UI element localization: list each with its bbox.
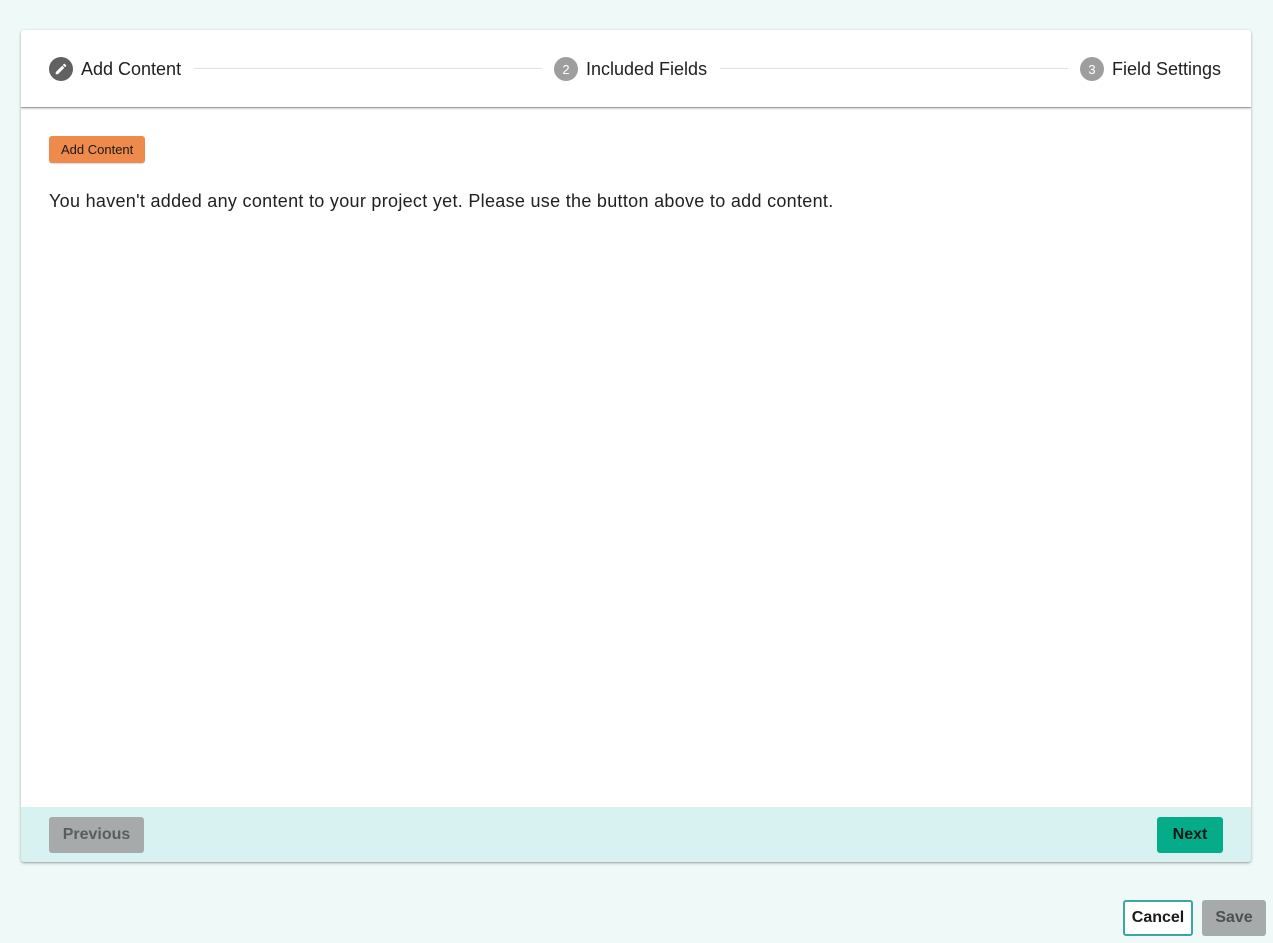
save-button[interactable]: Save <box>1202 900 1266 936</box>
add-content-button[interactable]: Add Content <box>49 136 146 163</box>
step-included-fields[interactable]: 2 Included Fields <box>554 56 707 82</box>
step-number-badge: 2 <box>554 57 578 81</box>
wizard-card: Add Content 2 Included Fields 3 Field Se… <box>21 30 1251 862</box>
step-connector <box>720 68 1068 69</box>
previous-button[interactable]: Previous <box>49 817 144 853</box>
step-connector <box>194 68 542 69</box>
step-label: Included Fields <box>586 58 708 79</box>
step-add-content[interactable]: Add Content <box>49 56 181 82</box>
step-label: Add Content <box>81 58 182 79</box>
step-number-badge: 3 <box>1080 57 1104 81</box>
stepper: Add Content 2 Included Fields 3 Field Se… <box>21 30 1251 108</box>
step-label: Field Settings <box>1112 58 1222 79</box>
step-field-settings[interactable]: 3 Field Settings <box>1080 56 1221 82</box>
empty-state-message: You haven't added any content to your pr… <box>49 191 834 211</box>
wizard-footer: Previous Next <box>21 807 1251 862</box>
step-content: Add Content You haven't added any conten… <box>49 136 834 212</box>
cancel-button[interactable]: Cancel <box>1123 900 1193 936</box>
pencil-icon <box>49 57 73 81</box>
next-button[interactable]: Next <box>1157 817 1223 853</box>
